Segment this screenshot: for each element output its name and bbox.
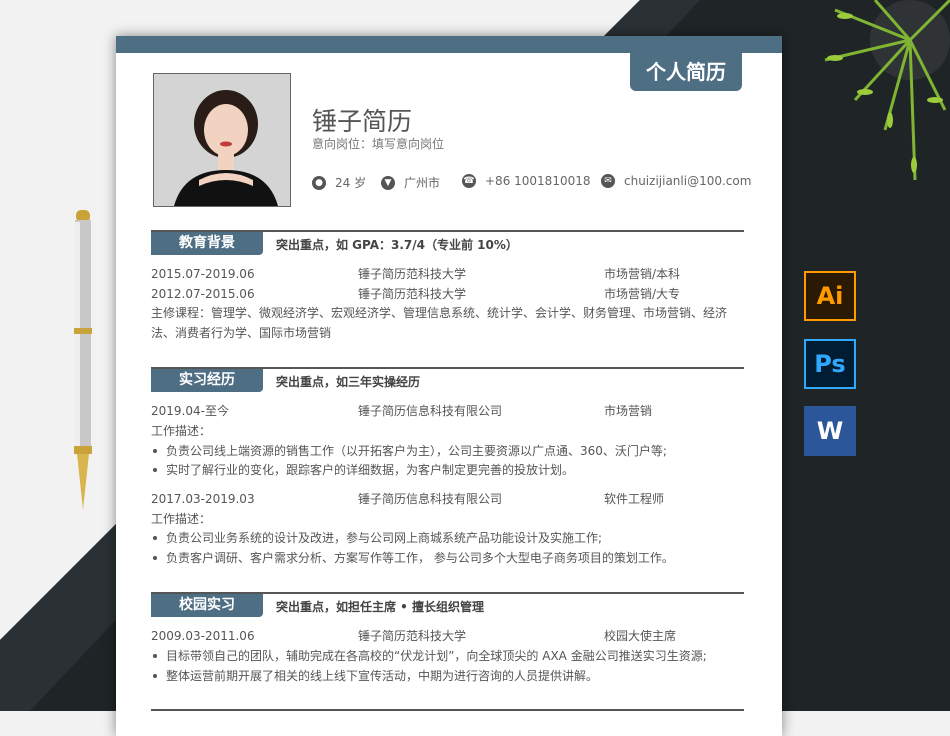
profile-photo (153, 73, 291, 207)
section-title: 教育背景 (151, 232, 263, 255)
location-icon: ▼ (381, 175, 395, 190)
section-highlight: 突出重点，如担任主席 • 擅长组织管理 (276, 600, 485, 614)
plant-decoration (824, 0, 950, 181)
list-item: 实时了解行业的变化，跟踪客户的详细数据，为客户制定更完善的投放计划。 (151, 461, 744, 479)
phone-icon: ☎ (462, 174, 476, 188)
candidate-name: 锤子简历 (312, 107, 413, 136)
education-row: 2015.07-2019.06 锤子简历范科技大学 市场营销/本科 (151, 265, 744, 283)
school: 锤子简历范科技大学 (358, 287, 467, 301)
section-campus: 校园实习 突出重点，如担任主席 • 擅长组织管理 (151, 592, 744, 618)
job-row: 2019.04-至今 锤子简历信息科技有限公司 市场营销 (151, 402, 744, 420)
pen-decoration (74, 210, 92, 510)
user-icon: ● (312, 175, 326, 190)
major: 市场营销/大专 (604, 287, 681, 301)
date: 2015.07-2019.06 (151, 267, 255, 281)
campus-row: 2009.03-2011.06 锤子简历范科技大学 校园大使主席 (151, 627, 744, 645)
section-title: 实习经历 (151, 369, 263, 392)
email-value: chuizijianli@100.com (624, 174, 752, 188)
section-internship: 实习经历 突出重点，如三年实操经历 (151, 367, 744, 393)
list-item: 负责客户调研、客户需求分析、方案写作等工作， 参与公司多个大型电子商务项目的策划… (151, 549, 744, 567)
position: 市场营销 (604, 404, 653, 418)
job-row: 2017.03-2019.03 锤子简历信息科技有限公司 软件工程师 (151, 490, 744, 508)
email-info: ✉ chuizijianli@100.com (601, 174, 751, 188)
section-education: 教育背景 突出重点，如 GPA：3.7/4（专业前 10%） (151, 230, 744, 256)
city-value: 广州市 (404, 176, 441, 190)
age-value: 24 岁 (335, 176, 367, 190)
date: 2012.07-2015.06 (151, 287, 255, 301)
company: 锤子简历信息科技有限公司 (358, 492, 503, 506)
mail-icon: ✉ (601, 174, 615, 188)
top-bar (116, 36, 782, 53)
position: 软件工程师 (604, 492, 665, 506)
company: 锤子简历信息科技有限公司 (358, 404, 503, 418)
desc-label: 工作描述： (151, 424, 212, 438)
school: 锤子简历范科技大学 (358, 629, 467, 643)
resume-page: 个人简历 锤子简历 意向岗位：填写意向岗位 ● 24 岁 ▼ 广州市 ☎ +86… (116, 36, 782, 736)
illustrator-icon: Ai (804, 271, 856, 321)
section-highlight: 突出重点，如 GPA：3.7/4（专业前 10%） (276, 238, 518, 252)
phone-info: ☎ +86 1001810018 (462, 174, 591, 188)
list-item: 负责公司业务系统的设计及改进，参与公司网上商城系统产品功能设计及实施工作; (151, 529, 744, 547)
job-intent: 意向岗位：填写意向岗位 (312, 137, 445, 151)
section-title: 校园实习 (151, 594, 263, 617)
date: 2019.04-至今 (151, 404, 229, 418)
education-row: 2012.07-2015.06 锤子简历范科技大学 市场营销/大专 (151, 285, 744, 303)
phone-value: +86 1001810018 (485, 174, 591, 188)
desc-label: 工作描述： (151, 512, 212, 526)
photoshop-icon: Ps (804, 339, 856, 389)
list-item: 负责公司线上端资源的销售工作（以开拓客户为主），公司主要资源以广点通、360、沃… (151, 442, 744, 460)
date: 2017.03-2019.03 (151, 492, 255, 506)
list-item: 目标带领自己的团队，辅助完成在各高校的“伏龙计划”，向全球顶尖的 AXA 金融公… (151, 647, 744, 665)
city-info: ▼ 广州市 (381, 174, 440, 191)
major: 市场营销/本科 (604, 267, 681, 281)
age-info: ● 24 岁 (312, 174, 366, 191)
word-icon: W (804, 406, 856, 456)
school: 锤子简历范科技大学 (358, 267, 467, 281)
section-highlight: 突出重点，如三年实操经历 (276, 375, 421, 389)
position: 校园大使主席 (604, 629, 677, 643)
list-item: 整体运营前期开展了相关的线上线下宣传活动，中期为进行咨询的人员提供讲解。 (151, 667, 744, 685)
date: 2009.03-2011.06 (151, 629, 255, 643)
resume-title: 个人简历 (630, 53, 742, 91)
courses: 主修课程：管理学、微观经济学、宏观经济学、管理信息系统、统计学、会计学、财务管理… (151, 306, 728, 340)
